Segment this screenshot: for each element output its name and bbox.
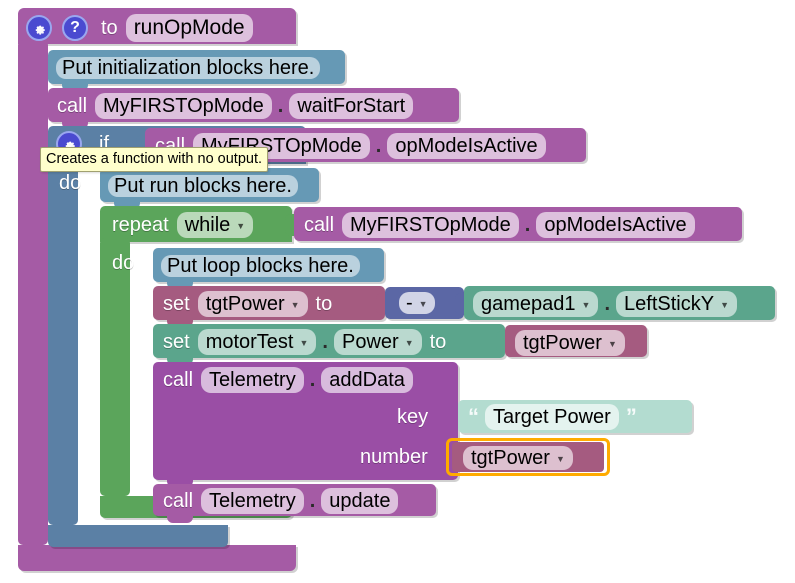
get-tgtpower-row: tgtPower ▼ (512, 330, 628, 356)
chevron-down-icon: ▼ (607, 339, 617, 349)
chevron-down-icon: ▼ (581, 300, 591, 310)
telemetry-update-row: call Telemetry . update (158, 488, 401, 514)
set-label: set (163, 330, 190, 353)
chevron-down-icon: ▼ (555, 454, 565, 464)
repeat-do-label: do (112, 252, 135, 274)
call-method-field[interactable]: opModeIsActive (387, 133, 546, 159)
repeat-condition-row: call MyFIRSTOpMode . opModeIsActive (299, 212, 698, 238)
telemetry-update-notch (167, 516, 193, 523)
run-comment-text[interactable]: Put run blocks here. (108, 175, 298, 197)
procedure-to-label: to (101, 16, 118, 39)
repeat-mode-value: while (184, 213, 231, 236)
call-object-field[interactable]: MyFIRSTOpMode (342, 212, 519, 238)
set-label: set (163, 292, 190, 315)
telemetry-key-socket (449, 406, 458, 428)
negation-row: - ▼ (396, 292, 438, 314)
procedure-name-field[interactable]: runOpMode (125, 14, 253, 42)
repeat-while-header-row: repeat while ▼ (107, 212, 256, 238)
telemetry-update-method-field[interactable]: update (321, 488, 399, 514)
loop-comment-row: Put loop blocks here. (158, 255, 363, 277)
gamepad-dot: . (604, 292, 611, 315)
set-motor-power-row: set motorTest ▼ . Power ▼ to (158, 329, 451, 355)
call-label: call (163, 489, 194, 512)
telemetry-number-label: number (360, 446, 428, 468)
telemetry-key-label: key (397, 406, 429, 428)
call-object-field[interactable]: MyFIRSTOpMode (95, 93, 272, 119)
loop-comment-text[interactable]: Put loop blocks here. (161, 255, 360, 277)
motor-device-dropdown[interactable]: motorTest ▼ (197, 329, 317, 355)
gamepad-row: gamepad1 ▼ . LeftStickY ▼ (470, 291, 740, 317)
chevron-down-icon: ▼ (236, 221, 246, 231)
set-tgtpower-row: set tgtPower ▼ to (158, 291, 337, 317)
text-string-field[interactable]: Target Power (485, 404, 619, 430)
call-dot: . (375, 134, 382, 157)
text-string-row: “ Target Power ” (464, 404, 640, 430)
chevron-down-icon: ▼ (290, 300, 300, 310)
call-method-field[interactable]: waitForStart (289, 93, 414, 119)
init-comment-text[interactable]: Put initialization blocks here. (56, 57, 321, 79)
set-tgtpower-value-socket (376, 293, 385, 315)
telemetry-add-data-header-row: call Telemetry . addData (158, 367, 416, 393)
telemetry-number-variable-value: tgtPower (471, 446, 550, 469)
procedure-header-row: ? to runOpMode (26, 14, 256, 42)
get-tgtpower-number-row: tgtPower ▼ (460, 446, 576, 470)
call-dot: . (277, 94, 284, 117)
init-comment-row: Put initialization blocks here. (53, 57, 323, 79)
procedure-left-spine (18, 40, 48, 545)
telemetry-object-field[interactable]: Telemetry (201, 367, 304, 393)
motor-power-value-socket (496, 331, 505, 353)
call-label: call (57, 94, 88, 117)
if-do-label: do (59, 172, 82, 194)
close-quote-glyph: ” (625, 404, 637, 429)
repeat-label: repeat (112, 213, 169, 236)
set-tgtpower-variable-dropdown[interactable]: tgtPower ▼ (197, 291, 308, 317)
telemetry-method-field[interactable]: addData (321, 367, 413, 393)
chevron-down-icon: ▼ (404, 338, 414, 348)
call-method-field[interactable]: opModeIsActive (536, 212, 695, 238)
gear-icon[interactable] (26, 15, 52, 41)
call-label: call (163, 368, 194, 391)
set-tgtpower-variable-value: tgtPower (205, 292, 285, 315)
call-wait-row: call MyFIRSTOpMode . waitForStart (52, 93, 416, 119)
chevron-down-icon: ▼ (299, 338, 309, 348)
telemetry-update-object-field[interactable]: Telemetry (201, 488, 304, 514)
motor-to-label: to (429, 330, 447, 353)
help-glyph: ? (70, 19, 80, 36)
set-to-label: to (315, 292, 333, 315)
telemetry-number-variable-dropdown[interactable]: tgtPower ▼ (463, 446, 573, 470)
repeat-while-left-spine (100, 238, 130, 496)
motor-property-dropdown[interactable]: Power ▼ (333, 329, 422, 355)
chevron-down-icon: ▼ (720, 300, 729, 310)
blockly-canvas[interactable]: ? to runOpMode Put initialization blocks… (0, 0, 795, 583)
telemetry-update-dot: . (309, 489, 316, 512)
negation-operator-value: - (406, 291, 413, 314)
gamepad-property-value: LeftStickY (624, 292, 715, 315)
telemetry-dot: . (309, 368, 316, 391)
negation-operator-dropdown[interactable]: - ▼ (399, 292, 435, 314)
motor-device-value: motorTest (205, 330, 294, 353)
get-tgtpower-variable-value: tgtPower (523, 331, 602, 354)
if-block-left-spine (48, 160, 78, 525)
gamepad-selector-value: gamepad1 (481, 292, 576, 315)
repeat-condition-socket (285, 214, 294, 236)
repeat-mode-dropdown[interactable]: while ▼ (176, 212, 254, 238)
get-tgtpower-variable-dropdown[interactable]: tgtPower ▼ (515, 330, 625, 356)
motor-dot: . (322, 330, 328, 353)
call-dot: . (524, 213, 531, 236)
tooltip: Creates a function with no output. (40, 147, 269, 172)
motor-property-value: Power (341, 330, 399, 353)
gamepad-property-dropdown[interactable]: LeftStickY ▼ (616, 291, 737, 317)
procedure-bottom-bar (18, 545, 296, 571)
call-label: call (304, 213, 335, 236)
if-block-bottom-bar (48, 525, 228, 547)
run-comment-row: Put run blocks here. (105, 175, 301, 197)
chevron-down-icon: ▼ (418, 299, 428, 309)
question-mark-icon[interactable]: ? (62, 15, 88, 41)
negation-operand-socket (455, 293, 464, 315)
open-quote-glyph: “ (468, 404, 479, 429)
gamepad-selector-dropdown[interactable]: gamepad1 ▼ (473, 291, 599, 317)
